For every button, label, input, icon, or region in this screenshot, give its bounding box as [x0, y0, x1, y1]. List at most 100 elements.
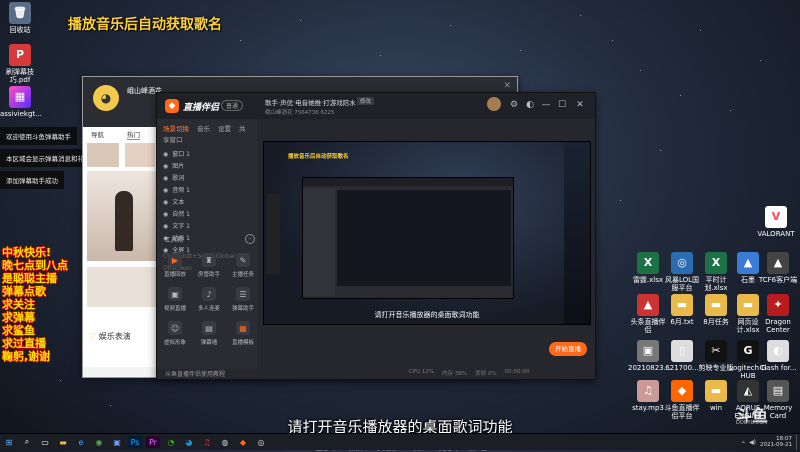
mic-icon: ♪	[202, 287, 216, 301]
layer-item[interactable]: ◉ 图片	[157, 161, 257, 173]
eye-icon: ◉	[163, 187, 169, 194]
notice-welcome: 欢迎使用斗鱼弹幕助手	[0, 127, 77, 145]
eye-icon: ◉	[163, 151, 169, 158]
layer-item[interactable]: ◉ 自然 1	[157, 209, 257, 221]
chrome-icon[interactable]: ◉	[92, 436, 106, 448]
search-icon[interactable]: ⌕	[20, 436, 34, 448]
edit-title-button[interactable]: 修改	[357, 97, 375, 105]
status-bar: CPU 12% 内存 38% 丢帧 0% 00:00:00	[409, 369, 530, 377]
scene-tabs: 场景切换 音乐 设置 共享窗口	[157, 119, 257, 149]
lol-icon: ◎	[671, 252, 693, 274]
avatar-icon: ☺	[168, 321, 182, 335]
layer-item[interactable]: ◉ 歌词	[157, 173, 257, 185]
photoshop-icon[interactable]: Ps	[128, 436, 142, 448]
tab-scene[interactable]: 场景切换	[163, 125, 189, 133]
tool-manager[interactable]: ♜ 房管助手	[191, 253, 227, 278]
avatar[interactable]: ◕	[93, 85, 119, 111]
wechat-icon[interactable]: ◔	[164, 436, 178, 448]
qq-icon[interactable]: ◕	[182, 436, 196, 448]
wall-icon: ▤	[202, 321, 216, 335]
app-logo: 直播伴侣	[183, 103, 220, 113]
preview-headline: 播放音乐后自动获取歌名	[288, 154, 349, 160]
layer-item[interactable]: ◉ 音频 1	[157, 185, 257, 197]
recycle-bin-icon: 🗑	[9, 2, 31, 24]
show-desktop-button[interactable]	[796, 434, 800, 450]
douyu-icon[interactable]: ◆	[236, 436, 250, 448]
headline-text: 播放音乐后自动获取歌名	[68, 17, 222, 33]
toolbox-label: 工具箱	[165, 237, 184, 244]
desktop-shortcut[interactable]: ▲ TCF6客户端	[758, 252, 798, 284]
folder-icon: ▬	[737, 294, 759, 316]
close-icon[interactable]: ✕	[503, 81, 511, 91]
skin-icon[interactable]: ◐	[525, 100, 535, 110]
music-icon[interactable]: ♫	[200, 436, 214, 448]
desktop-shortcut[interactable]: ✦ Dragon Center	[758, 294, 798, 334]
task-icon: ✎	[236, 253, 250, 267]
pdf-icon: P	[9, 44, 31, 66]
music-icon: ♫	[637, 380, 659, 402]
side-announcement: 中秋快乐! 晚七点到八点 是聪聪主播 弹幕点歌 求关注 求弹幕 求鲨鱼 求过直播…	[2, 246, 68, 363]
tool-mic[interactable]: ♪ 多人连麦	[191, 287, 227, 312]
clock[interactable]: 18:07 2021-09-21	[760, 436, 792, 448]
room-meta: 峨山峰酒花 7564736 6225	[265, 110, 335, 116]
recycle-bin-desktop-icon[interactable]: 🗑 回收站	[0, 2, 40, 34]
folder-icon: ▬	[705, 294, 727, 316]
layer-item[interactable]: ◉ 文字 1	[157, 221, 257, 233]
live-companion-window[interactable]: ◆ 直播伴侣 普通 歌手·声优·电音她推·打游戏陪水 修改 峨山峰酒花 7564…	[156, 92, 596, 452]
excel-icon: X	[637, 252, 659, 274]
close-icon[interactable]: ✕	[575, 100, 585, 110]
tool-template[interactable]: ▦ 直播模板	[225, 321, 261, 346]
edge-icon[interactable]: e	[74, 436, 88, 448]
explorer-icon[interactable]: ▬	[56, 436, 70, 448]
valorant-icon: V	[765, 206, 787, 228]
avatar[interactable]	[487, 97, 501, 111]
room-title: 歌手·声优·电音她推·打游戏陪水	[265, 99, 356, 107]
task-view-icon[interactable]: ▭	[38, 436, 52, 448]
thumbnail[interactable]	[87, 143, 119, 167]
stream-thumbnail[interactable]	[87, 267, 157, 307]
thumbnail[interactable]	[125, 143, 155, 167]
start-live-button[interactable]: 开始直播	[549, 342, 587, 356]
system-tray: ⌁ ◀)	[741, 439, 756, 446]
preview-side-strip	[266, 194, 280, 274]
folder-icon: ▬	[671, 294, 693, 316]
manager-icon: ♜	[202, 253, 216, 267]
tool-replay[interactable]: ▶ 直播回放	[157, 253, 193, 278]
preview-subtitle: 请打开音乐播放器的桌面歌词功能	[374, 311, 480, 319]
stream-thumbnail[interactable]	[87, 171, 157, 261]
windows-icon[interactable]: ⊞	[2, 436, 16, 448]
layer-item[interactable]: ◉ 窗口 1	[157, 149, 257, 161]
layer-item[interactable]: ◉ 文本	[157, 197, 257, 209]
volume-icon[interactable]: ◀)	[749, 439, 756, 446]
pdf-desktop-icon[interactable]: P 刷弹幕技巧.pdf	[0, 44, 40, 84]
tool-task[interactable]: ✎ 主播任务	[225, 253, 261, 278]
stream-preview: 播放音乐后自动获取歌名 请打开音乐播放器的桌面歌词功能	[263, 141, 591, 325]
notice-added: 添加弹幕助手成功	[0, 171, 64, 189]
collapse-icon[interactable]: –	[245, 234, 255, 244]
tool-video[interactable]: ▣ 视频直播	[157, 287, 193, 312]
valorant-desktop-icon[interactable]: V VALORANT	[756, 206, 796, 238]
settings-icon[interactable]: ⚙	[509, 100, 519, 110]
premiere-icon[interactable]: Pr	[146, 436, 160, 448]
tab-settings[interactable]: 设置	[218, 125, 231, 133]
file-icon: ▦	[9, 86, 31, 108]
tab-hot[interactable]: 热门	[127, 129, 140, 140]
tool-avatar[interactable]: ☺ 虚拟形象	[157, 321, 193, 346]
steam-icon[interactable]: ◍	[218, 436, 232, 448]
tab-nav[interactable]: 导航	[91, 129, 104, 139]
minimize-icon[interactable]: —	[541, 100, 551, 110]
tab-music[interactable]: 音乐	[197, 125, 210, 133]
desktop-shortcut-label: TCF6客户端	[758, 276, 798, 284]
store-icon[interactable]: ▣	[110, 436, 124, 448]
level-badge[interactable]: 普通	[221, 100, 244, 111]
maximize-icon[interactable]: ☐	[557, 100, 567, 110]
tutorial-link[interactable]: 斗鱼直播伴侣使用教程	[165, 369, 225, 378]
tool-wall[interactable]: ▤ 弹幕墙	[191, 321, 227, 346]
desktop-shortcut[interactable]: ◐ Clash for...	[758, 340, 798, 372]
tool-danmu[interactable]: ☰ 弹幕助手	[225, 287, 261, 312]
file-desktop-icon[interactable]: ▦ assiviekgt...	[0, 86, 42, 118]
obs-icon[interactable]: ◎	[254, 436, 268, 448]
video-icon: ▣	[168, 287, 182, 301]
wifi-icon[interactable]: ⌁	[741, 439, 745, 446]
eye-icon: ◉	[163, 163, 169, 170]
